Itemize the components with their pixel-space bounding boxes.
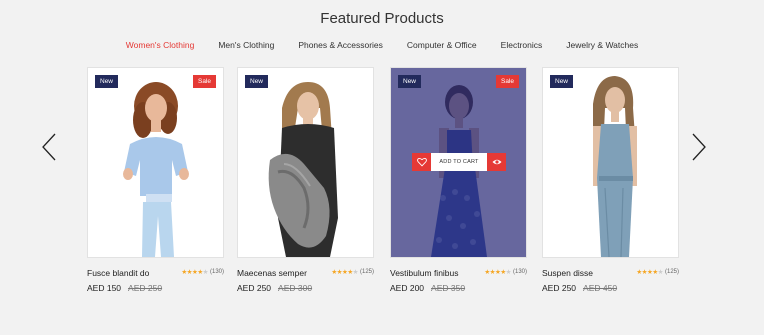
eye-icon xyxy=(492,159,501,165)
hover-actions: ADD TO CART xyxy=(412,153,506,171)
tab-jewelry-watches[interactable]: Jewelry & Watches xyxy=(554,40,650,50)
tab-mens-clothing[interactable]: Men's Clothing xyxy=(206,40,286,50)
current-price: AED 200 xyxy=(390,283,425,293)
product-image-frame[interactable]: New Sale xyxy=(87,67,224,258)
product-image-frame[interactable]: New xyxy=(542,67,679,258)
star-rating-icon: ★★★★★ xyxy=(484,269,511,276)
product-image xyxy=(543,68,678,257)
product-name[interactable]: Fusce blandit do xyxy=(87,268,149,278)
carousel-prev-button[interactable] xyxy=(40,132,58,162)
wishlist-button[interactable] xyxy=(412,153,431,171)
star-rating-icon: ★★★★★ xyxy=(331,269,358,276)
current-price: AED 250 xyxy=(237,283,272,293)
product-name[interactable]: Suspen disse xyxy=(542,268,593,278)
product-info: Vestibulum finibus ★★★★★ (130) AED 200 AE… xyxy=(390,258,527,296)
star-rating-icon: ★★★★★ xyxy=(181,269,208,276)
old-price: AED 300 xyxy=(278,283,313,293)
sale-badge: Sale xyxy=(192,75,216,88)
product-price: AED 200 AED 350 xyxy=(390,283,465,293)
tab-phones-accessories[interactable]: Phones & Accessories xyxy=(286,40,395,50)
quick-view-button[interactable] xyxy=(487,153,506,171)
product-card[interactable]: New Sale ADD TO CART Vestibulum finibus … xyxy=(390,67,527,296)
category-tabs: Women's Clothing Men's Clothing Phones &… xyxy=(0,40,764,50)
product-info: Maecenas semper ★★★★★ (125) AED 250 AED 3… xyxy=(237,258,374,296)
chevron-left-icon xyxy=(42,133,56,161)
old-price: AED 350 xyxy=(431,283,466,293)
new-badge: New xyxy=(245,75,269,88)
product-name[interactable]: Vestibulum finibus xyxy=(390,268,459,278)
product-image-frame[interactable]: New Sale xyxy=(390,67,527,258)
chevron-right-icon xyxy=(692,133,706,161)
product-price: AED 150 AED 250 xyxy=(87,283,162,293)
product-name[interactable]: Maecenas semper xyxy=(237,268,307,278)
product-rating: ★★★★★ (130) xyxy=(484,268,527,276)
product-rating: ★★★★★ (130) xyxy=(181,268,224,276)
tab-computer-office[interactable]: Computer & Office xyxy=(395,40,489,50)
new-badge: New xyxy=(550,75,574,88)
new-badge: New xyxy=(398,75,422,88)
product-card[interactable]: New Sale Fusce blandit do ★★★★★ (130) AE… xyxy=(87,67,224,296)
review-count: (125) xyxy=(359,269,374,275)
old-price: AED 250 xyxy=(128,283,163,293)
product-card[interactable]: New Maecenas semper ★★★★★ (125) AED 250 … xyxy=(237,67,374,296)
old-price: AED 450 xyxy=(583,283,618,293)
product-rating: ★★★★★ (125) xyxy=(331,268,374,276)
tab-electronics[interactable]: Electronics xyxy=(489,40,555,50)
featured-products-section: Featured Products Women's Clothing Men's… xyxy=(0,0,764,335)
review-count: (125) xyxy=(664,269,679,275)
star-rating-icon: ★★★★★ xyxy=(636,269,663,276)
product-rating: ★★★★★ (125) xyxy=(636,268,679,276)
product-image xyxy=(238,68,373,257)
product-price: AED 250 AED 300 xyxy=(237,283,312,293)
sale-badge: Sale xyxy=(495,75,519,88)
current-price: AED 250 xyxy=(542,283,577,293)
current-price: AED 150 xyxy=(87,283,122,293)
product-info: Suspen disse ★★★★★ (125) AED 250 AED 450 xyxy=(542,258,679,296)
review-count: (130) xyxy=(209,269,224,275)
product-price: AED 250 AED 450 xyxy=(542,283,617,293)
new-badge: New xyxy=(95,75,119,88)
product-image-frame[interactable]: New xyxy=(237,67,374,258)
tab-womens-clothing[interactable]: Women's Clothing xyxy=(114,40,207,50)
add-to-cart-button[interactable]: ADD TO CART xyxy=(431,153,487,171)
product-info: Fusce blandit do ★★★★★ (130) AED 150 AED … xyxy=(87,258,224,296)
heart-icon xyxy=(416,157,427,167)
carousel-next-button[interactable] xyxy=(690,132,708,162)
product-card[interactable]: New Suspen disse ★★★★★ (125) AED 250 AED… xyxy=(542,67,679,296)
review-count: (130) xyxy=(512,269,527,275)
product-image xyxy=(88,68,223,257)
section-title: Featured Products xyxy=(320,10,444,27)
